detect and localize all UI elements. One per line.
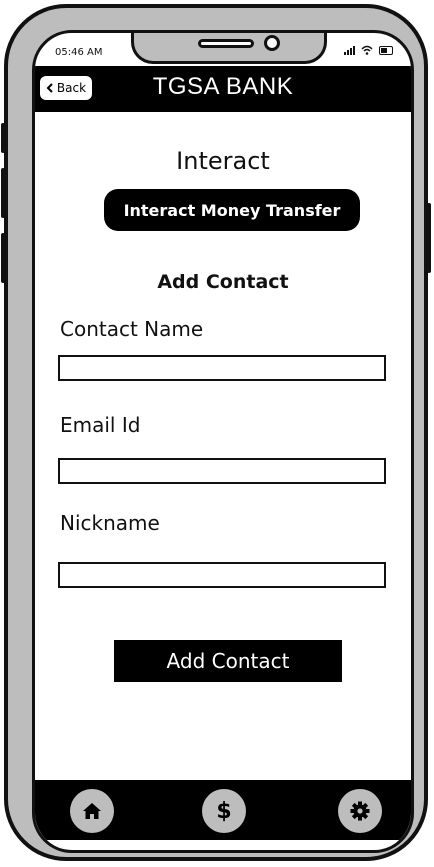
app-title: TGSA BANK [152, 73, 294, 100]
section-title: Interact [176, 147, 270, 175]
phone-screen: 05:46 AM Back TGSA BANK Interact Interac… [32, 30, 414, 853]
payments-button[interactable]: $ [202, 789, 246, 833]
dollar-icon: $ [216, 798, 232, 824]
notch [131, 33, 327, 64]
silent-switch [1, 123, 5, 153]
status-time: 05:46 AM [55, 47, 103, 58]
bottom-nav: $ [35, 780, 411, 840]
speaker-icon [198, 39, 254, 48]
app-header: Back TGSA BANK [35, 66, 411, 112]
contact-name-label: Contact Name [60, 317, 204, 341]
wifi-icon [361, 45, 373, 55]
volume-down-button [1, 233, 5, 283]
home-icon [83, 803, 101, 819]
nickname-label: Nickname [60, 511, 160, 535]
camera-icon [264, 35, 280, 51]
phone-frame: 05:46 AM Back TGSA BANK Interact Interac… [1, 4, 431, 861]
interact-money-transfer-button[interactable]: Interact Money Transfer [104, 189, 360, 231]
volume-up-button [1, 168, 5, 218]
contact-name-input[interactable] [58, 355, 386, 381]
signal-icon [344, 46, 355, 55]
gear-icon [350, 801, 370, 821]
status-icons [344, 45, 393, 55]
form-heading: Add Contact [157, 271, 289, 293]
email-id-label: Email Id [60, 413, 141, 437]
nickname-input[interactable] [58, 562, 386, 588]
email-id-input[interactable] [58, 458, 386, 484]
power-button [427, 203, 431, 273]
home-button[interactable] [70, 789, 114, 833]
add-contact-button[interactable]: Add Contact [114, 640, 342, 682]
battery-icon [379, 46, 393, 55]
settings-button[interactable] [338, 789, 382, 833]
